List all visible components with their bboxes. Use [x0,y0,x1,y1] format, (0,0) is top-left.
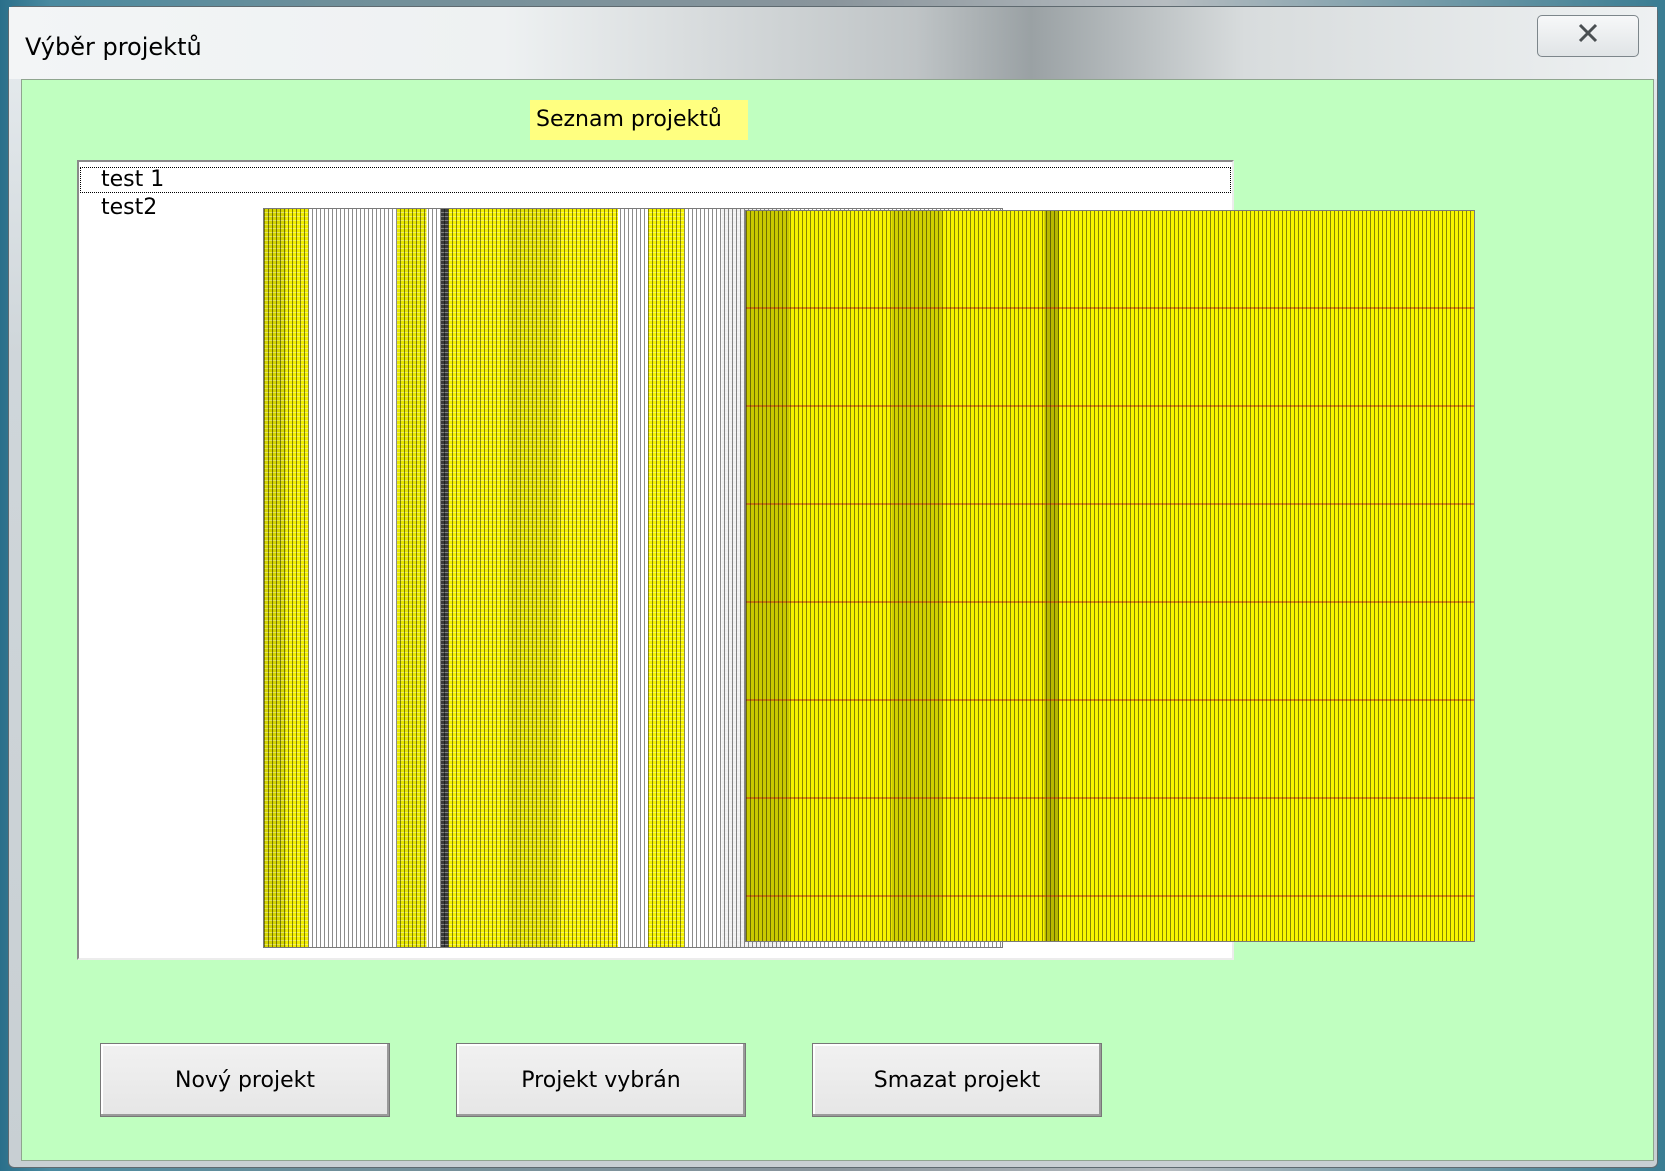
close-icon [1575,20,1601,53]
close-button[interactable] [1537,15,1639,57]
delete-project-button[interactable]: Smazat projekt [812,1043,1102,1117]
project-list-label: Seznam projektů [530,100,748,140]
new-project-button[interactable]: Nový projekt [100,1043,390,1117]
list-item[interactable]: test 1 [79,166,1232,194]
title-bar[interactable]: Výběr projektů [9,7,1657,79]
window-title: Výběr projektů [25,33,202,61]
spreadsheet-preview-image [745,210,1475,942]
project-selected-button[interactable]: Projekt vybrán [456,1043,746,1117]
